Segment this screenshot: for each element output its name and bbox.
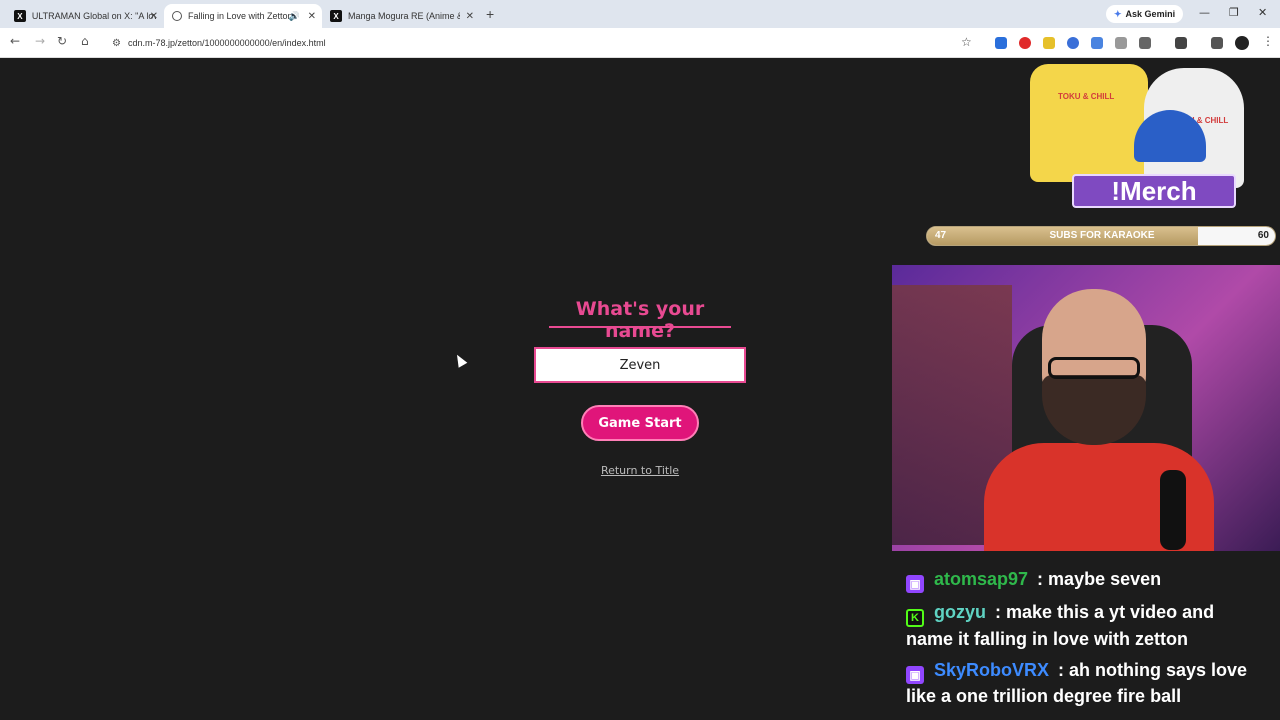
- extension-icon[interactable]: [995, 37, 1007, 49]
- tab-bar: X ULTRAMAN Global on X: "A lov ✕ Falling…: [0, 0, 1280, 28]
- restore-icon[interactable]: ❐: [1229, 6, 1239, 19]
- close-window-icon[interactable]: ✕: [1258, 6, 1267, 19]
- bookmark-star-icon[interactable]: ☆: [961, 35, 972, 49]
- microphone-image: [1160, 470, 1186, 550]
- reload-icon[interactable]: ↻: [57, 34, 67, 48]
- menu-icon[interactable]: ⋮: [1262, 34, 1274, 48]
- webcam-feed: [892, 265, 1280, 551]
- close-icon[interactable]: ✕: [466, 11, 474, 22]
- game-start-button[interactable]: Game Start: [581, 405, 699, 441]
- ask-gemini-button[interactable]: ✦ Ask Gemini: [1106, 5, 1184, 23]
- puzzle-icon[interactable]: [1139, 37, 1151, 49]
- translate-icon[interactable]: [1091, 37, 1103, 49]
- name-heading: What's your name?: [575, 298, 705, 342]
- tab-title: ULTRAMAN Global on X: "A lov: [31, 11, 156, 21]
- x-icon: X: [330, 10, 342, 22]
- chat-username: atomsap97: [934, 569, 1029, 589]
- close-icon[interactable]: ✕: [150, 11, 158, 22]
- chat-overlay: ▣ atomsap97 : maybe seven Kgozyu : make t…: [892, 551, 1280, 720]
- tab-ultraman[interactable]: X ULTRAMAN Global on X: "A lov ✕: [6, 4, 164, 28]
- media-icon[interactable]: [1211, 37, 1223, 49]
- close-icon[interactable]: ✕: [308, 11, 316, 22]
- glasses-image: [1048, 357, 1140, 379]
- tab-manga-mogura[interactable]: X Manga Mogura RE (Anime & M ✕: [322, 4, 480, 28]
- twitch-icon: ▣: [906, 575, 924, 593]
- chat-message: ▣ atomsap97 : maybe seven: [906, 567, 1161, 593]
- chat-message: ▣ SkyRoboVRX : ah nothing says love like …: [906, 660, 1248, 706]
- merch-graphic: TOKU & CHILL TOKU & CHILL !Merch: [1020, 58, 1252, 208]
- chat-text: maybe seven: [1048, 569, 1162, 589]
- heading-underline: [549, 326, 731, 328]
- tab-zetton[interactable]: Falling in Love with Zetton 🔊 ✕: [164, 4, 322, 28]
- new-tab-button[interactable]: +: [486, 6, 494, 22]
- minimize-icon[interactable]: —: [1199, 6, 1210, 19]
- home-icon[interactable]: ⌂: [81, 34, 89, 48]
- chat-username: gozyu: [934, 602, 986, 622]
- speaker-icon[interactable]: 🔊: [289, 11, 300, 22]
- chat-message: Kgozyu : make this a yt video and name i…: [906, 602, 1215, 649]
- name-input[interactable]: [534, 347, 746, 383]
- x-icon: X: [14, 10, 26, 22]
- twitch-icon: ▣: [906, 666, 924, 684]
- subs-target: 60: [1257, 230, 1269, 241]
- extension-icon[interactable]: [1067, 37, 1079, 49]
- return-to-title-link[interactable]: Return to Title: [570, 464, 710, 477]
- extension-icon[interactable]: [1019, 37, 1031, 49]
- site-settings-icon[interactable]: ⚙: [112, 38, 121, 49]
- merch-label: !Merch: [1072, 174, 1236, 208]
- mouse-cursor-icon: [452, 352, 468, 368]
- browser-toolbar: ← → ↻ ⌂ ⚙ cdn.m-78.jp/zetton/10000000000…: [0, 28, 1280, 58]
- ask-gemini-label: Ask Gemini: [1125, 9, 1176, 19]
- url-text: cdn.m-78.jp/zetton/1000000000000/en/inde…: [128, 38, 326, 48]
- game-page: What's your name? Game Start Return to T…: [0, 58, 1280, 720]
- tab-title: Manga Mogura RE (Anime & M: [348, 11, 460, 21]
- gemini-icon: ✦: [1114, 8, 1122, 19]
- extension-icon[interactable]: [1043, 37, 1055, 49]
- extension-icon[interactable]: [1115, 37, 1127, 49]
- sidepanel-icon[interactable]: [1175, 37, 1187, 49]
- chat-username: SkyRoboVRX: [934, 660, 1050, 680]
- back-icon[interactable]: ←: [10, 34, 20, 48]
- address-bar[interactable]: ⚙ cdn.m-78.jp/zetton/1000000000000/en/in…: [106, 32, 986, 54]
- forward-icon[interactable]: →: [35, 34, 45, 48]
- yellow-shirt-image: TOKU & CHILL: [1030, 64, 1148, 182]
- profile-avatar[interactable]: [1235, 36, 1249, 50]
- globe-icon: [172, 11, 182, 21]
- tab-title: Falling in Love with Zetton: [188, 11, 293, 21]
- subs-goal-bar: 47 SUBS FOR KARAOKE 60: [926, 226, 1276, 246]
- subs-goal-label: SUBS FOR KARAOKE: [1049, 230, 1155, 241]
- kick-icon: K: [906, 609, 924, 627]
- shirt-text: TOKU & CHILL: [1058, 92, 1115, 101]
